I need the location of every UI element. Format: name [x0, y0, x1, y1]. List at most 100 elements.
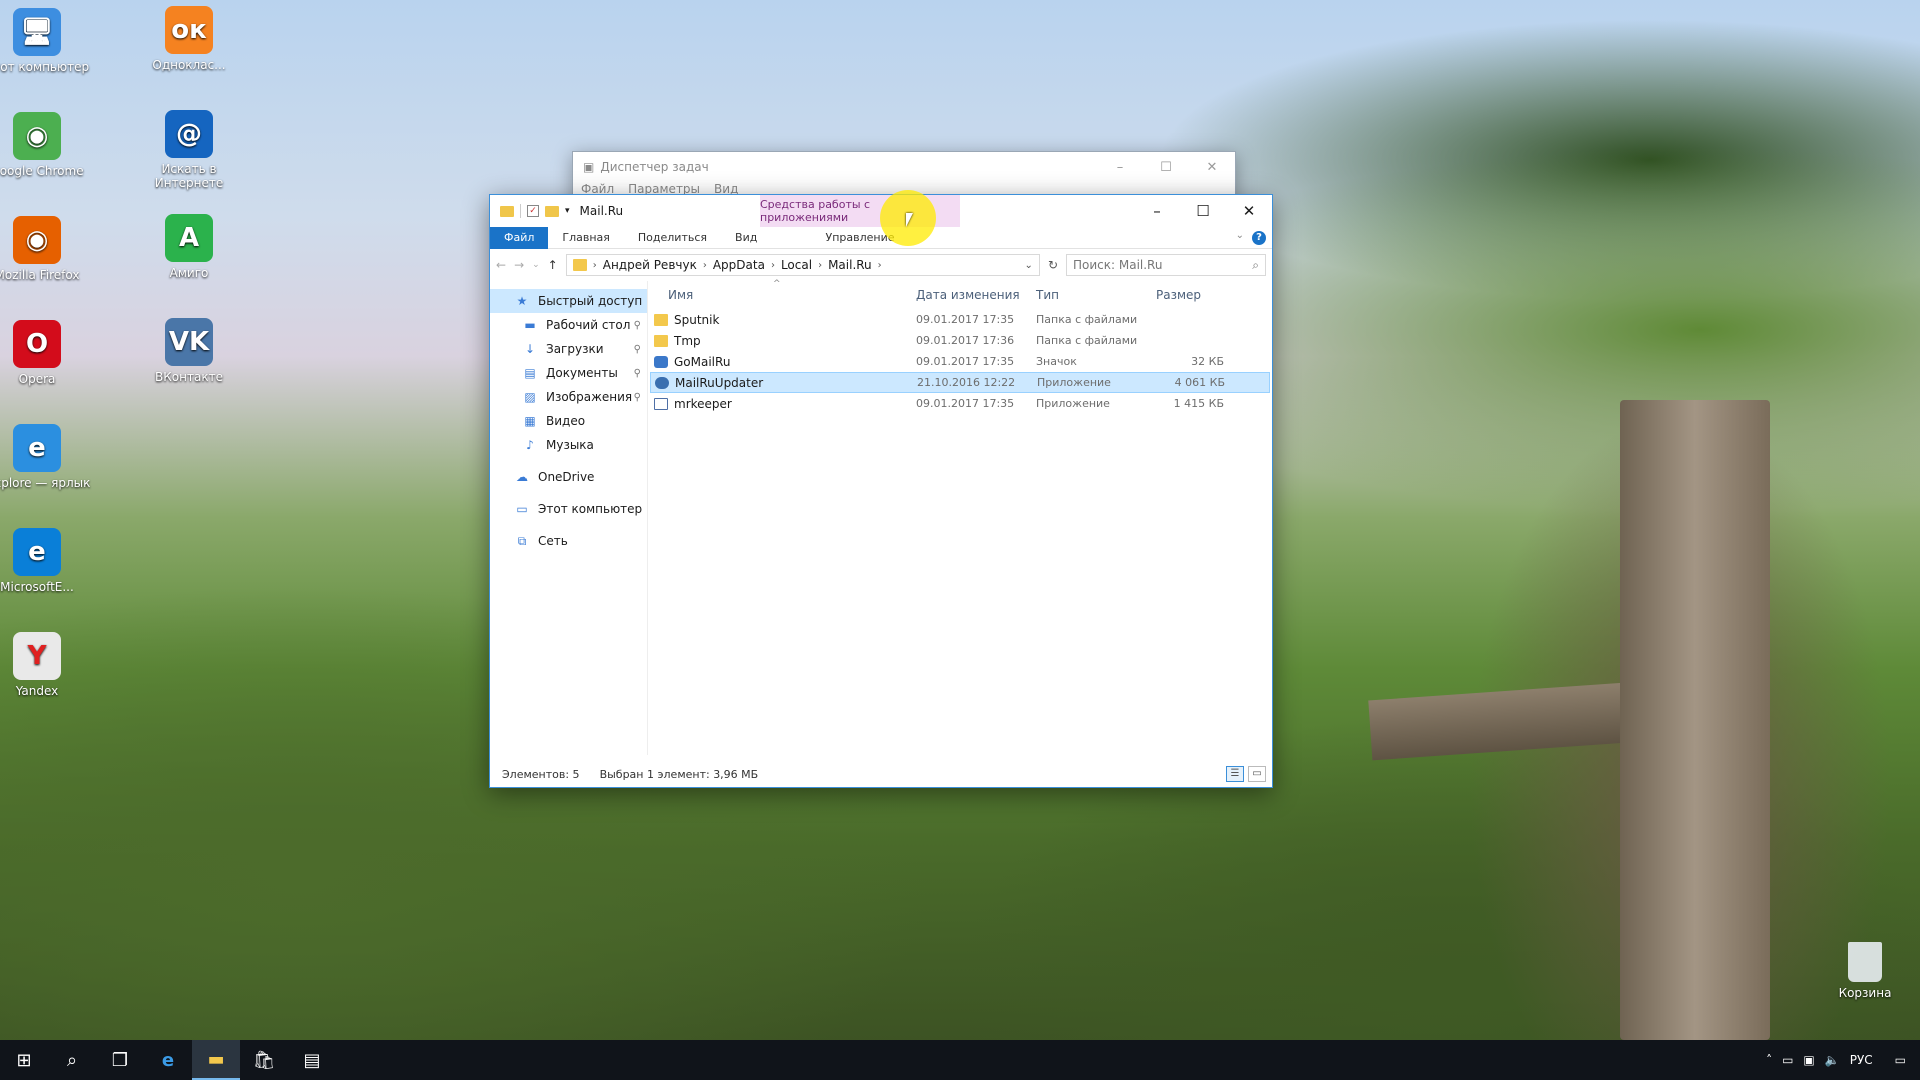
new-folder-icon[interactable]	[545, 205, 559, 217]
sidebar-item-label: Музыка	[546, 438, 594, 452]
desktop-icon-chrome[interactable]: ◉ Google Chrome	[0, 112, 92, 178]
sidebar-item-onedrive[interactable]: ☁ OneDrive	[490, 465, 647, 489]
desktop-icon-label: Искать в Интернете	[154, 162, 224, 190]
sidebar-item-network[interactable]: ⧉ Сеть	[490, 529, 647, 553]
task-manager-taskbar-icon[interactable]: ▤	[288, 1040, 336, 1080]
task-manager-icon: ▣	[583, 160, 595, 174]
pin-icon[interactable]: ⚲	[634, 368, 641, 379]
tray-expand-icon[interactable]: ˄	[1766, 1053, 1772, 1067]
address-bar[interactable]: › Андрей Ревчук › AppData › Local › Mail…	[565, 254, 1040, 276]
task-view-icon[interactable]: ❐	[96, 1040, 144, 1080]
status-bar: Элементов: 5 Выбран 1 элемент: 3,96 МБ ☰…	[490, 761, 1272, 787]
minimize-icon[interactable]: –	[1097, 152, 1143, 182]
application-icon	[655, 376, 669, 389]
edge-icon: e	[13, 528, 61, 576]
desktop-icon-odnoklassniki[interactable]: ок Одноклас...	[134, 6, 244, 72]
language-indicator[interactable]: РУС	[1850, 1053, 1873, 1067]
image-file-icon	[654, 355, 668, 368]
recent-locations-icon[interactable]: ⌄	[532, 260, 540, 270]
sidebar-item-download[interactable]: ↓ Загрузки ⚲	[490, 337, 647, 361]
table-row[interactable]: Tmp 09.01.2017 17:36 Папка с файлами	[650, 330, 1270, 351]
address-dropdown-icon[interactable]: ⌄	[1025, 260, 1033, 271]
help-icon[interactable]: ?	[1252, 231, 1266, 245]
ribbon-tabs: Файл Главная Поделиться Вид Управление ⌄…	[490, 226, 1272, 249]
breadcrumb-user[interactable]: Андрей Ревчук	[603, 258, 697, 272]
volume-icon[interactable]: 🔈	[1825, 1053, 1840, 1067]
explorer-window[interactable]: ✓ ▾ Mail.Ru Средства работы с приложения…	[489, 194, 1273, 788]
breadcrumb-separator: ›	[877, 259, 882, 271]
forward-icon[interactable]: →	[514, 258, 524, 272]
computer-icon: 🖥	[13, 8, 61, 56]
desktop-icon-vkontakte[interactable]: VK ВКонтакте	[134, 318, 244, 384]
task-manager-title: Диспетчер задач	[600, 160, 709, 174]
tablet-icon[interactable]: ▭	[1782, 1053, 1793, 1067]
search-box[interactable]: Поиск: Mail.Ru ⌕	[1066, 254, 1266, 276]
sidebar-item-star[interactable]: ★ Быстрый доступ	[490, 289, 647, 313]
column-date[interactable]: Дата изменения	[908, 288, 1028, 302]
explorer-taskbar-icon[interactable]: ▬	[192, 1040, 240, 1080]
sidebar-item-label: Этот компьютер	[538, 502, 643, 516]
file-name-cell: Tmp	[650, 334, 908, 348]
sidebar-item-pictures[interactable]: ▨ Изображения ⚲	[490, 385, 647, 409]
tab-home[interactable]: Главная	[548, 227, 624, 249]
maximize-icon[interactable]: ☐	[1143, 152, 1189, 182]
sidebar-item-computer[interactable]: ▭ Этот компьютер	[490, 497, 647, 521]
desktop-icon-firefox[interactable]: ◉ Mozilla Firefox	[0, 216, 92, 282]
search-icon[interactable]: ⌕	[48, 1040, 96, 1080]
breadcrumb-mailru[interactable]: Mail.Ru	[828, 258, 872, 272]
ribbon-expand-icon[interactable]: ⌄	[1236, 230, 1244, 241]
minimize-icon[interactable]: –	[1134, 195, 1180, 227]
desktop-icon-edge[interactable]: e MicrosoftE...	[0, 528, 92, 594]
documents-icon: ▤	[524, 366, 536, 380]
pin-icon[interactable]: ⚲	[634, 392, 641, 403]
close-icon[interactable]: ✕	[1226, 195, 1272, 227]
iexplore-icon: e	[13, 424, 61, 472]
desktop-icon-amigo[interactable]: A Амиго	[134, 214, 244, 280]
desktop-icon-iexplore[interactable]: e iexplore — ярлык	[0, 424, 92, 490]
network-icon[interactable]: ▣	[1803, 1053, 1814, 1067]
store-taskbar-icon[interactable]: 🛍	[240, 1040, 288, 1080]
tab-share[interactable]: Поделиться	[624, 227, 721, 249]
table-row[interactable]: mrkeeper 09.01.2017 17:35 Приложение 1 415 …	[650, 393, 1270, 414]
sidebar-item-documents[interactable]: ▤ Документы ⚲	[490, 361, 647, 385]
column-name[interactable]: Имя	[648, 288, 908, 302]
notifications-icon[interactable]: ▭	[1895, 1053, 1906, 1067]
nav-gap	[490, 489, 647, 497]
desktop-icon-computer[interactable]: 🖥 Этот компьютер	[0, 8, 92, 74]
maximize-icon[interactable]: ☐	[1180, 195, 1226, 227]
customize-toolbar-icon[interactable]: ▾	[565, 206, 570, 216]
nav-gap	[490, 521, 647, 529]
pin-icon[interactable]: ⚲	[634, 344, 641, 355]
file-name-cell: mrkeeper	[650, 397, 908, 411]
desktop-icon-yandex[interactable]: Y Yandex	[0, 632, 92, 698]
recycle-bin[interactable]: Корзина	[1830, 942, 1900, 1000]
desktop-icon-mailru-search[interactable]: @ Искать в Интернете	[134, 110, 244, 190]
back-icon[interactable]: ←	[496, 258, 506, 272]
table-row[interactable]: GoMailRu 09.01.2017 17:35 Значок 32 КБ	[650, 351, 1270, 372]
file-name: Tmp	[674, 333, 701, 348]
column-type[interactable]: Тип	[1028, 288, 1148, 302]
breadcrumb-appdata[interactable]: AppData	[713, 258, 765, 272]
sidebar-item-music[interactable]: ♪ Музыка	[490, 433, 647, 457]
sidebar-item-video[interactable]: ▦ Видео	[490, 409, 647, 433]
desktop-icon-label: ВКонтакте	[155, 370, 223, 384]
sidebar-item-label: Рабочий стол	[546, 318, 631, 332]
table-row[interactable]: Sputnik 09.01.2017 17:35 Папка с файлами	[650, 309, 1270, 330]
pin-icon[interactable]: ⚲	[634, 320, 641, 331]
table-row[interactable]: MailRuUpdater 21.10.2016 12:22 Приложение 4…	[650, 372, 1270, 393]
refresh-icon[interactable]: ↻	[1048, 258, 1058, 272]
breadcrumb-local[interactable]: Local	[781, 258, 812, 272]
desktop-icon-opera[interactable]: O Opera	[0, 320, 92, 386]
up-icon[interactable]: ↑	[548, 258, 558, 272]
tab-file[interactable]: Файл	[490, 226, 549, 249]
file-date: 09.01.2017 17:36	[916, 334, 1015, 347]
large-icons-view-icon[interactable]: ▭	[1248, 766, 1266, 782]
edge-taskbar-icon[interactable]: e	[144, 1040, 192, 1080]
start-button[interactable]: ⊞	[0, 1040, 48, 1080]
recycle-bin-label: Корзина	[1838, 986, 1892, 1000]
properties-icon[interactable]: ✓	[527, 205, 539, 217]
sidebar-item-desktop[interactable]: ▬ Рабочий стол ⚲	[490, 313, 647, 337]
details-view-icon[interactable]: ☰	[1226, 766, 1244, 782]
column-size[interactable]: Размер	[1148, 288, 1228, 302]
close-icon[interactable]: ✕	[1189, 152, 1235, 182]
